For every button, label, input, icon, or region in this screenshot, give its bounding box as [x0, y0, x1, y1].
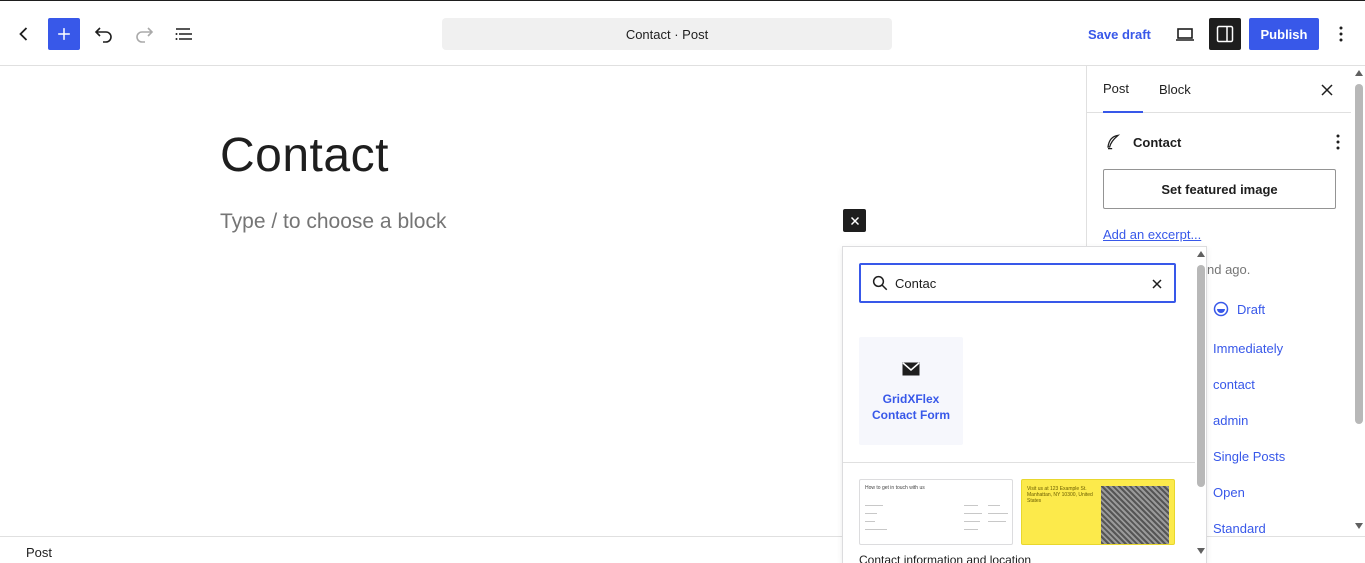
inserter-search[interactable] [859, 263, 1176, 303]
publish-button[interactable]: Publish [1249, 18, 1319, 50]
pattern-label: Contact information and location [859, 553, 1032, 563]
post-summary: Contact [1103, 130, 1343, 154]
preview-icon[interactable] [1169, 18, 1201, 50]
last-saved-text: nd ago. [1207, 262, 1251, 277]
close-sidebar-icon[interactable] [1315, 78, 1339, 102]
scroll-down-arrow[interactable] [1355, 523, 1363, 529]
sidebar-scrollbar[interactable] [1353, 66, 1365, 536]
inserter-scroll-down[interactable] [1197, 548, 1205, 554]
document-title-bar[interactable]: Contact · Post [442, 18, 892, 50]
divider [843, 462, 1195, 463]
block-result-title: GridXFlex Contact Form [872, 392, 950, 422]
breadcrumb[interactable]: Post [26, 545, 52, 560]
back-icon[interactable] [10, 18, 38, 50]
undo-icon[interactable] [88, 18, 120, 50]
pattern-preview-location[interactable]: Visit us at 123 Example St. Manhattan, N… [1021, 479, 1175, 545]
author-link[interactable]: admin [1213, 413, 1248, 428]
post-title[interactable]: Contact [220, 128, 389, 183]
add-excerpt-link[interactable]: Add an excerpt... [1103, 227, 1201, 242]
discussion-link[interactable]: Open [1213, 485, 1245, 500]
document-overview-icon[interactable] [168, 18, 200, 50]
pattern-a-title: How to get in touch with us [865, 485, 925, 491]
quill-icon [1103, 132, 1123, 152]
inserter-scroll-up[interactable] [1197, 251, 1205, 257]
editor-header: Contact · Post Save draft Publish [0, 0, 1365, 66]
sidebar-scroll-thumb[interactable] [1355, 84, 1363, 424]
sidebar-tabs: Post Block [1087, 66, 1351, 113]
status-label: Draft [1237, 301, 1266, 317]
redo-icon[interactable] [128, 18, 160, 50]
status-draft[interactable]: Draft [1213, 301, 1265, 317]
inserter-scrollbar[interactable] [1195, 247, 1206, 563]
set-featured-image-button[interactable]: Set featured image [1103, 169, 1336, 209]
clear-search-icon[interactable] [1147, 274, 1167, 294]
block-result-contact-form[interactable]: GridXFlex Contact Form [859, 337, 963, 445]
publish-time-link[interactable]: Immediately [1213, 341, 1283, 356]
search-icon [871, 274, 889, 292]
add-block-icon[interactable] [48, 18, 80, 50]
draft-status-icon [1213, 301, 1229, 317]
block-placeholder[interactable]: Type / to choose a block [220, 210, 446, 234]
envelope-icon [901, 361, 921, 377]
settings-sidebar-icon[interactable] [1209, 18, 1241, 50]
post-actions-icon[interactable] [1328, 130, 1348, 154]
pattern-preview-contact-info[interactable]: How to get in touch with us [859, 479, 1013, 545]
post-name: Contact [1133, 134, 1182, 150]
close-inserter-icon[interactable] [843, 209, 866, 232]
tab-block[interactable]: Block [1159, 66, 1191, 113]
block-inserter-panel: GridXFlex Contact Form How to get in tou… [842, 246, 1207, 563]
pattern-b-text: Visit us at 123 Example St. Manhattan, N… [1027, 486, 1093, 504]
map-thumbnail [1101, 486, 1169, 544]
scroll-up-arrow[interactable] [1355, 70, 1363, 76]
tab-post[interactable]: Post [1103, 66, 1143, 113]
format-link[interactable]: Standard [1213, 521, 1266, 536]
slug-link[interactable]: contact [1213, 377, 1255, 392]
search-input[interactable] [895, 265, 1145, 301]
save-draft-button[interactable]: Save draft [1080, 18, 1159, 50]
template-link[interactable]: Single Posts [1213, 449, 1285, 464]
options-icon[interactable] [1327, 18, 1355, 50]
document-title: Contact · Post [625, 26, 709, 42]
inserter-scroll-thumb[interactable] [1197, 265, 1205, 487]
